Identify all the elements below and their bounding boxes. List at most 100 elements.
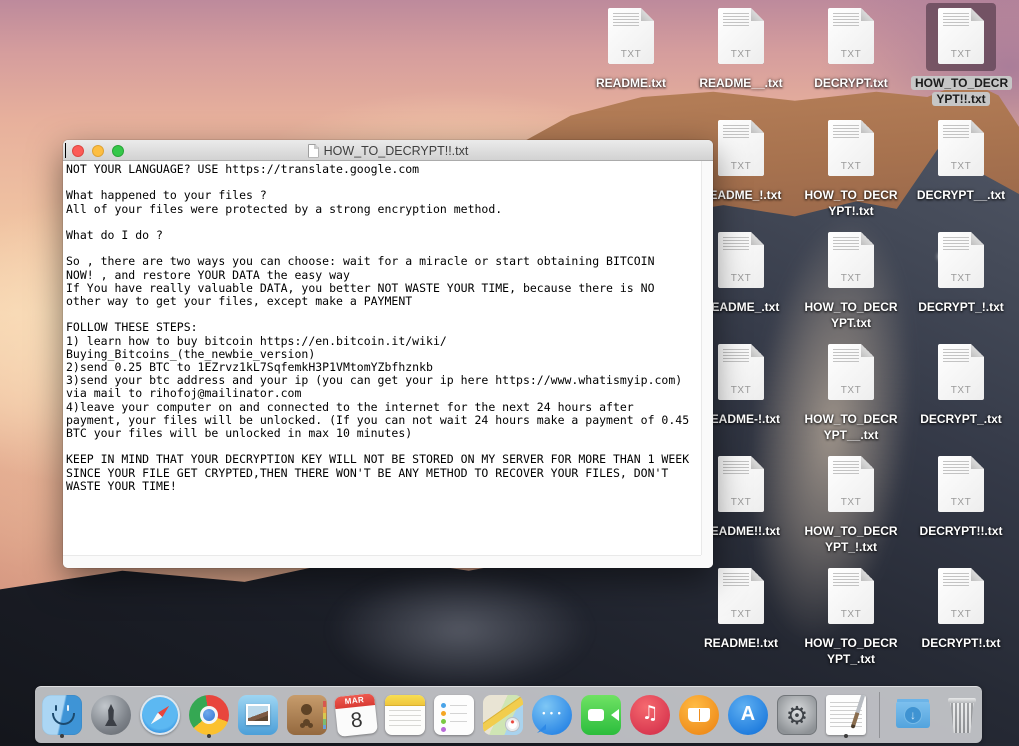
notes-icon[interactable] (384, 692, 426, 738)
file-type-badge: TXT (938, 273, 984, 284)
txt-file-icon: TXT (718, 568, 764, 624)
desktop-icon[interactable]: TXT HOW_TO_DECRYPT!.txt (796, 120, 906, 219)
download-arrow-icon: ↓ (904, 706, 922, 724)
file-type-badge: TXT (718, 609, 764, 620)
chrome-icon[interactable] (188, 692, 230, 738)
desktop-icon[interactable]: TXT HOW_TO_DECRYPT!!.txt (906, 8, 1016, 107)
desktop-icon[interactable]: TXT DECRYPT__.txt (906, 120, 1016, 203)
vertical-scrollbar[interactable] (701, 161, 713, 555)
file-type-badge: TXT (938, 385, 984, 396)
txt-file-icon: TXT (608, 8, 654, 64)
downloads-icon[interactable]: ↓ (892, 692, 934, 738)
file-type-badge: TXT (828, 385, 874, 396)
txt-file-icon: TXT (938, 120, 984, 176)
file-name-label: HOW_TO_DECRYPT!.txt (801, 187, 901, 219)
contacts-icon-art (287, 695, 327, 735)
desktop-icon[interactable]: TXT HOW_TO_DECRYPT.txt (796, 232, 906, 331)
file-name-label: README__.txt (691, 75, 791, 91)
finder-icon[interactable] (41, 692, 83, 738)
txt-file-icon: TXT (828, 568, 874, 624)
file-type-badge: TXT (828, 497, 874, 508)
desktop-icon[interactable]: TXT DECRYPT_!.txt (906, 232, 1016, 315)
desktop-icon[interactable]: TXT README!.txt (686, 568, 796, 651)
desktop-icon[interactable]: TXT HOW_TO_DECRYPT_.txt (796, 568, 906, 667)
txt-file-icon: TXT (828, 456, 874, 512)
window-title: HOW_TO_DECRYPT!!.txt (324, 144, 469, 158)
file-type-badge: TXT (718, 385, 764, 396)
file-type-badge: TXT (828, 161, 874, 172)
desktop-icon[interactable]: TXTREADME.txt (576, 8, 686, 91)
window-titlebar[interactable]: HOW_TO_DECRYPT!!.txt (63, 140, 713, 161)
appstore-icon[interactable] (727, 692, 769, 738)
txt-file-icon: TXT (938, 232, 984, 288)
txt-file-icon: TXT (828, 344, 874, 400)
ibooks-icon[interactable] (678, 692, 720, 738)
text-editor-content[interactable]: NOT YOUR LANGUAGE? USE https://translate… (63, 161, 701, 555)
txt-file-icon: TXT (828, 232, 874, 288)
file-type-badge: TXT (608, 49, 654, 60)
file-type-badge: TXT (938, 609, 984, 620)
running-indicator-dot (844, 734, 848, 738)
trash-icon[interactable] (941, 692, 983, 738)
file-name-label: HOW_TO_DECRYPT.txt (801, 299, 901, 331)
file-type-badge: TXT (718, 273, 764, 284)
reminders-icon[interactable] (433, 692, 475, 738)
desktop-icon[interactable]: TXT DECRYPT!!.txt (906, 456, 1016, 539)
trash-icon-art (942, 695, 982, 735)
file-name-label: HOW_TO_DECRYPT_.txt (801, 635, 901, 667)
itunes-icon-art (630, 695, 670, 735)
txt-file-icon: TXT (938, 456, 984, 512)
running-indicator-dot (207, 734, 211, 738)
contacts-icon[interactable] (286, 692, 328, 738)
txt-file-icon: TXT (938, 344, 984, 400)
file-name-label: README!.txt (691, 635, 791, 651)
facetime-icon-art (581, 695, 621, 735)
file-name-label: DECRYPT_!.txt (911, 299, 1011, 315)
desktop-icon[interactable]: TXTDECRYPT!.txt (906, 568, 1016, 651)
file-type-badge: TXT (718, 497, 764, 508)
desktop-icon[interactable]: TXTDECRYPT_.txt (906, 344, 1016, 427)
launchpad-icon-art (91, 695, 131, 735)
file-type-badge: TXT (828, 49, 874, 60)
dock-separator (879, 692, 880, 738)
file-type-badge: TXT (828, 609, 874, 620)
mail-icon[interactable] (237, 692, 279, 738)
txt-file-icon: TXT (718, 232, 764, 288)
txt-file-icon: TXT (718, 8, 764, 64)
calendar-icon-art: MAR8 (334, 693, 378, 737)
desktop-icon[interactable]: TXT README__.txt (686, 8, 796, 91)
desktop-icon[interactable]: TXT HOW_TO_DECRYPT_!.txt (796, 456, 906, 555)
txt-file-icon: TXT (938, 8, 984, 64)
desktop-icon[interactable]: TXTDECRYPT.txt (796, 8, 906, 91)
system-preferences-icon[interactable] (776, 692, 818, 738)
txt-file-icon: TXT (938, 568, 984, 624)
messages-icon[interactable] (531, 692, 573, 738)
horizontal-scrollbar[interactable] (63, 555, 701, 568)
textedit-icon[interactable] (825, 692, 867, 738)
launchpad-icon[interactable] (90, 692, 132, 738)
txt-file-icon: TXT (718, 456, 764, 512)
calendar-icon[interactable]: MAR8 (335, 692, 377, 738)
file-type-badge: TXT (938, 161, 984, 172)
dock: MAR8 ↓ (35, 686, 982, 743)
running-indicator-dot (60, 734, 64, 738)
itunes-icon[interactable] (629, 692, 671, 738)
maps-icon[interactable] (482, 692, 524, 738)
file-name-label: DECRYPT__.txt (911, 187, 1011, 203)
file-type-badge: TXT (938, 49, 984, 60)
text-cursor (65, 143, 66, 158)
finder-icon-art (42, 695, 82, 735)
textedit-icon-art (826, 695, 866, 735)
safari-icon[interactable] (139, 692, 181, 738)
file-name-label: DECRYPT!!.txt (911, 523, 1011, 539)
calendar-day-text: 8 (335, 705, 378, 737)
facetime-icon[interactable] (580, 692, 622, 738)
notes-icon-art (385, 695, 425, 735)
file-name-label: HOW_TO_DECRYPT_!.txt (801, 523, 901, 555)
file-name-label: HOW_TO_DECRYPT!!.txt (911, 75, 1011, 107)
file-type-badge: TXT (828, 273, 874, 284)
desktop-icon[interactable]: TXTHOW_TO_DECRYPT__.txt (796, 344, 906, 443)
ibooks-icon-art (679, 695, 719, 735)
txt-file-icon: TXT (828, 8, 874, 64)
file-type-badge: TXT (718, 161, 764, 172)
